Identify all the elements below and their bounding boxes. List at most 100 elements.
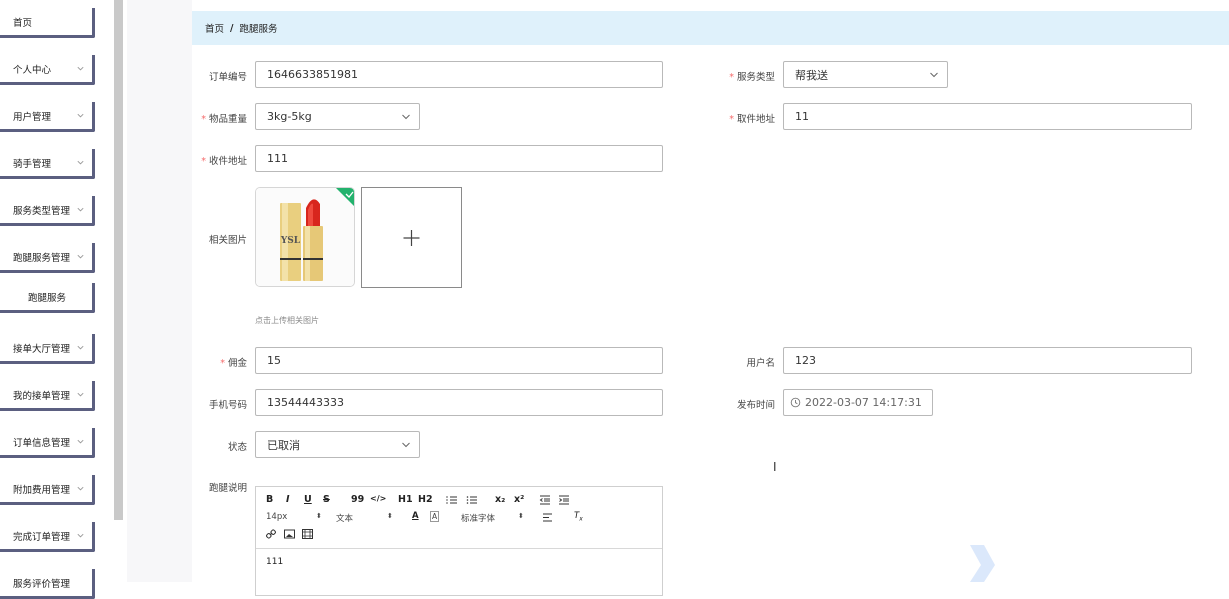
sidebar-item-extra-fee-management[interactable]: 附加费用管理 [0, 475, 95, 505]
sidebar-item-errand-service-management[interactable]: 跑腿服务管理 [0, 243, 95, 273]
sidebar-item-label: 跑腿服务 [28, 292, 67, 304]
breadcrumb-home[interactable]: 首页 [205, 21, 224, 35]
text-style-select[interactable]: 文本 [336, 512, 353, 524]
clock-icon [790, 397, 801, 408]
bold-button[interactable]: B [266, 494, 273, 505]
phone-label: 手机号码 [208, 400, 247, 411]
image-icon[interactable] [284, 529, 295, 539]
sidebar-item-label: 首页 [13, 17, 33, 29]
sidebar-item-label: 骑手管理 [13, 158, 52, 170]
underline-button[interactable]: U [304, 494, 312, 505]
sidebar-item-home[interactable]: 首页 [0, 8, 95, 38]
weight-select[interactable]: 3kg-5kg [255, 103, 420, 130]
username-label: 用户名 [746, 358, 775, 369]
sidebar-item-label: 服务评价管理 [13, 578, 71, 590]
h1-button[interactable]: H1 [398, 494, 413, 505]
sidebar-item-label: 我的接单管理 [13, 390, 71, 402]
font-color-icon[interactable]: A [412, 511, 419, 521]
description-label: 跑腿说明 [208, 483, 247, 494]
sidebar-item-errand-service[interactable]: 跑腿服务 [0, 283, 95, 313]
chevron-down-icon [930, 72, 938, 78]
font-size-select[interactable]: 14px [266, 512, 287, 522]
breadcrumb: 首页 / 跑腿服务 [192, 11, 1229, 45]
italic-button[interactable]: I [286, 494, 290, 505]
uploaded-image-thumbnail[interactable]: YSL [255, 187, 355, 287]
ordered-list-icon[interactable] [446, 495, 458, 505]
service-type-select[interactable]: 帮我送 [783, 61, 948, 88]
order-no-field[interactable]: 1646633851981 [255, 61, 663, 88]
sidebar-item-user-management[interactable]: 用户管理 [0, 102, 95, 132]
editor-toolbar: B I U S 99 </> H1 H2 x₂ x² 14px ⬍ 文本 ⬍ A… [256, 487, 662, 549]
chevron-down-icon [77, 66, 84, 71]
bullet-list-icon[interactable] [466, 495, 478, 505]
code-button[interactable]: </> [370, 494, 386, 503]
chevron-down-icon [402, 114, 410, 120]
font-family-select[interactable]: 标准字体 [461, 512, 495, 524]
sidebar-item-label: 订单信息管理 [13, 437, 71, 449]
align-left-icon[interactable] [542, 513, 553, 522]
chevron-down-icon [77, 392, 84, 397]
status-select[interactable]: 已取消 [255, 431, 420, 458]
outdent-icon[interactable] [539, 495, 551, 505]
status-label: 状态 [227, 442, 247, 453]
sidebar-gutter [123, 0, 127, 582]
sidebar: 首页 个人中心 用户管理 骑手管理 服务类型管理 跑腿服务管理 跑腿服务 接单大… [0, 0, 100, 599]
clear-format-icon[interactable]: Tx [574, 511, 583, 523]
sidebar-item-label: 附加费用管理 [13, 484, 71, 496]
sidebar-item-label: 用户管理 [13, 111, 52, 123]
sidebar-item-personal-center[interactable]: 个人中心 [0, 55, 95, 85]
chevron-down-icon [77, 533, 84, 538]
phone-field[interactable]: 13544443333 [255, 389, 663, 416]
sidebar-item-my-orders-management[interactable]: 我的接单管理 [0, 381, 95, 411]
publish-time-field[interactable]: 2022-03-07 14:17:31 [783, 389, 933, 416]
sidebar-item-label: 接单大厅管理 [13, 343, 71, 355]
superscript-button[interactable]: x² [514, 494, 524, 505]
upload-hint: 点击上传相关图片 [255, 316, 319, 325]
indent-icon[interactable] [558, 495, 570, 505]
service-type-value: 帮我送 [795, 68, 828, 82]
editor-content[interactable]: 111 [266, 557, 283, 567]
delivery-address-label: * 收件地址 [201, 156, 247, 167]
main-content: 首页 / 跑腿服务 订单编号 1646633851981 * 服务类型 帮我送 *… [192, 0, 1229, 596]
sidebar-item-order-info-management[interactable]: 订单信息管理 [0, 428, 95, 458]
chevron-down-icon [77, 113, 84, 118]
breadcrumb-separator: / [230, 22, 234, 34]
sidebar-item-completed-orders-management[interactable]: 完成订单管理 [0, 522, 95, 552]
commission-field[interactable]: 15 [255, 347, 663, 374]
chevron-down-icon [77, 486, 84, 491]
weight-value: 3kg-5kg [267, 110, 312, 123]
sidebar-item-service-type-management[interactable]: 服务类型管理 [0, 196, 95, 226]
status-value: 已取消 [267, 438, 300, 452]
sidebar-item-order-hall-management[interactable]: 接单大厅管理 [0, 334, 95, 364]
blockquote-button[interactable]: 99 [351, 494, 364, 505]
sidebar-item-rider-management[interactable]: 骑手管理 [0, 149, 95, 179]
link-icon[interactable] [266, 529, 276, 539]
chevron-down-icon [77, 254, 84, 259]
strike-button[interactable]: S [323, 494, 330, 505]
chevron-down-icon [77, 207, 84, 212]
order-no-label: 订单编号 [208, 72, 247, 83]
pickup-address-label: * 取件地址 [729, 114, 775, 125]
delivery-address-field[interactable]: 111 [255, 145, 663, 172]
font-family-arrows-icon: ⬍ [518, 512, 524, 520]
h2-button[interactable]: H2 [418, 494, 433, 505]
add-image-button[interactable] [361, 187, 462, 288]
sidebar-item-service-review-management[interactable]: 服务评价管理 [0, 569, 95, 599]
commission-label: * 佣金 [220, 358, 247, 369]
username-field[interactable]: 123 [783, 347, 1192, 374]
publish-time-label: 发布时间 [736, 400, 775, 411]
sidebar-scrollbar[interactable] [114, 0, 123, 520]
sidebar-item-label: 完成订单管理 [13, 531, 71, 543]
text-cursor-icon: I [773, 460, 777, 474]
chevron-down-icon [402, 442, 410, 448]
sidebar-item-label: 个人中心 [13, 64, 52, 76]
decorative-arrow-icon [970, 545, 995, 582]
service-type-label: * 服务类型 [729, 72, 775, 83]
background-color-icon[interactable]: A [430, 511, 440, 522]
rich-text-editor[interactable]: B I U S 99 </> H1 H2 x₂ x² 14px ⬍ 文本 ⬍ A… [255, 486, 663, 596]
subscript-button[interactable]: x₂ [495, 494, 505, 505]
video-icon[interactable] [302, 529, 313, 539]
pickup-address-field[interactable]: 11 [783, 103, 1192, 130]
sidebar-item-label: 跑腿服务管理 [13, 252, 71, 264]
lipstick-image: YSL [256, 188, 354, 286]
